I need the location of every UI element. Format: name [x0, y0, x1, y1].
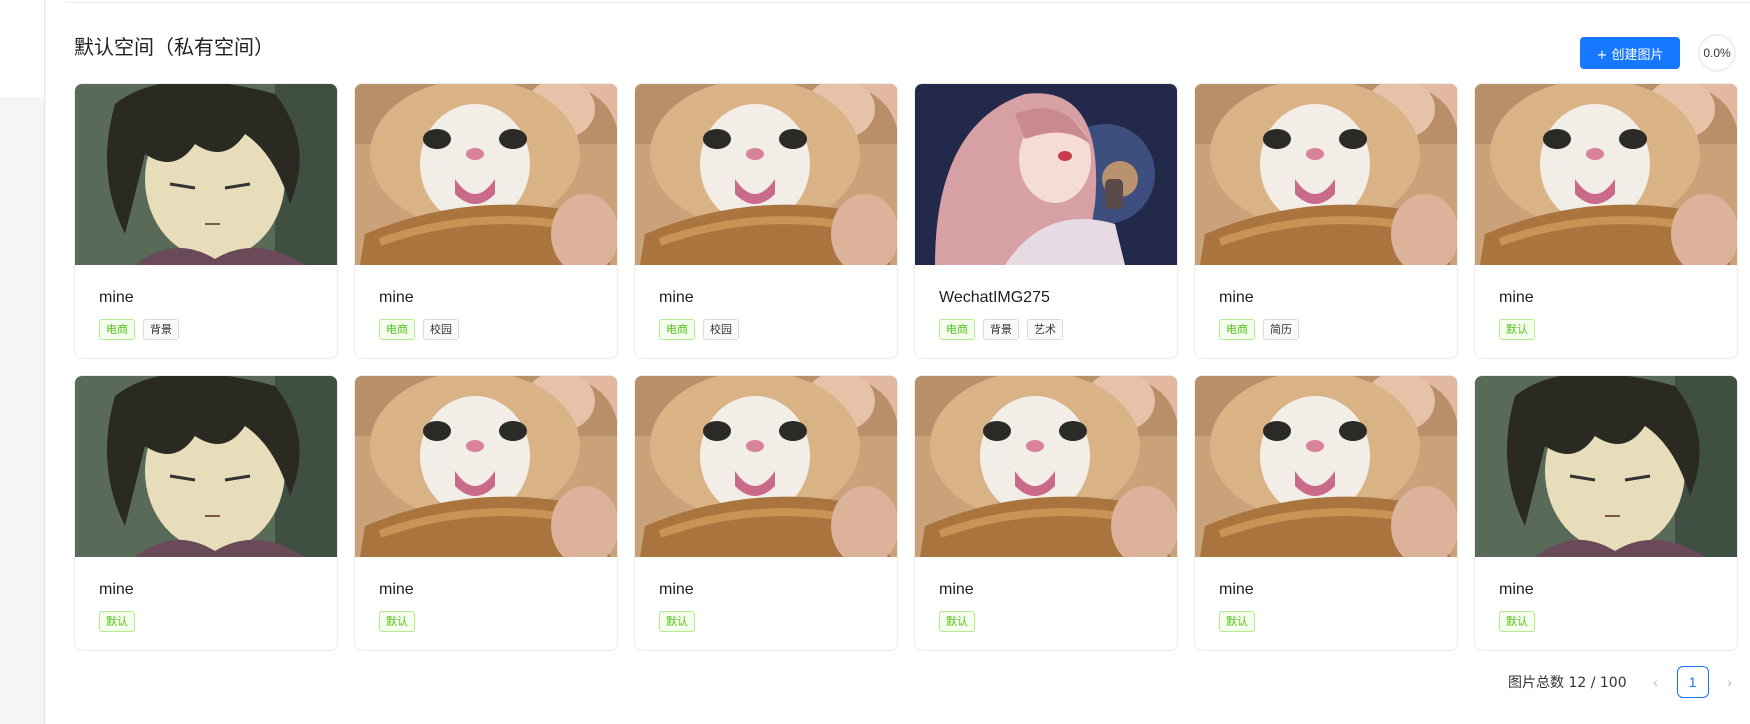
page-number-current[interactable]: 1 — [1676, 666, 1709, 698]
picture-thumbnail[interactable] — [355, 84, 617, 265]
picture-thumbnail[interactable] — [915, 376, 1177, 557]
picture-tag: 校园 — [703, 319, 739, 340]
picture-tag: 电商 — [939, 319, 975, 340]
card-body: mine 默认 — [355, 557, 617, 632]
picture-tag: 默认 — [1219, 611, 1255, 632]
picture-tag: 背景 — [983, 319, 1019, 340]
tag-list: 电商 背景 艺术 — [939, 319, 1153, 340]
picture-card[interactable]: mine 电商 校园 — [354, 83, 618, 359]
tag-list: 默认 — [1499, 319, 1713, 340]
sidebar — [0, 0, 45, 724]
picture-thumbnail[interactable] — [75, 376, 337, 557]
picture-tag: 默认 — [99, 611, 135, 632]
tag-list: 默认 — [1499, 611, 1713, 632]
tag-list: 默认 — [659, 611, 873, 632]
picture-thumbnail[interactable] — [355, 376, 617, 557]
card-body: mine 电商 校园 — [635, 265, 897, 340]
picture-name: mine — [659, 581, 694, 598]
tag-list: 默认 — [99, 611, 313, 632]
picture-tag: 默认 — [659, 611, 695, 632]
next-page-icon[interactable]: › — [1715, 667, 1745, 697]
picture-thumbnail[interactable] — [1475, 376, 1737, 557]
space-usage-progress: 0.0% — [1698, 34, 1736, 72]
picture-card[interactable]: WechatIMG275 电商 背景 艺术 — [914, 83, 1178, 359]
picture-card[interactable]: mine 默认 — [1474, 375, 1738, 651]
picture-name: mine — [379, 581, 414, 598]
picture-name: mine — [99, 581, 134, 598]
create-picture-button[interactable]: + 创建图片 — [1580, 37, 1680, 69]
picture-thumbnail[interactable] — [1195, 376, 1457, 557]
card-body: WechatIMG275 电商 背景 艺术 — [915, 265, 1177, 340]
tag-list: 默认 — [939, 611, 1153, 632]
picture-card[interactable]: mine 默认 — [1474, 83, 1738, 359]
picture-card[interactable]: mine 默认 — [634, 375, 898, 651]
picture-card[interactable]: mine 电商 简历 — [1194, 83, 1458, 359]
tag-list: 电商 校园 — [379, 319, 593, 340]
picture-tag: 默认 — [1499, 611, 1535, 632]
sidebar-menu[interactable] — [0, 0, 44, 97]
picture-grid: mine 电商 背景 mine 电商 校园 mine 电商 校园 WechatI… — [74, 83, 1738, 651]
picture-tag: 电商 — [1219, 319, 1255, 340]
picture-name: WechatIMG275 — [939, 289, 1050, 306]
picture-thumbnail[interactable] — [1195, 84, 1457, 265]
picture-tag: 校园 — [423, 319, 459, 340]
card-body: mine 默认 — [1475, 557, 1737, 632]
card-body: mine 默认 — [915, 557, 1177, 632]
picture-name: mine — [99, 289, 134, 306]
picture-thumbnail[interactable] — [635, 376, 897, 557]
card-body: mine 默认 — [75, 557, 337, 632]
picture-name: mine — [1219, 581, 1254, 598]
picture-thumbnail[interactable] — [635, 84, 897, 265]
picture-thumbnail[interactable] — [75, 84, 337, 265]
pagination: 图片总数 12 / 100 ‹ 1 › — [1508, 666, 1745, 698]
picture-tag: 默认 — [379, 611, 415, 632]
total-count: 图片总数 12 / 100 — [1508, 675, 1627, 691]
picture-tag: 简历 — [1263, 319, 1299, 340]
prev-page-icon[interactable]: ‹ — [1641, 667, 1671, 697]
picture-tag: 电商 — [659, 319, 695, 340]
picture-tag: 默认 — [939, 611, 975, 632]
card-body: mine 默认 — [1195, 557, 1457, 632]
picture-card[interactable]: mine 默认 — [914, 375, 1178, 651]
picture-card[interactable]: mine 电商 校园 — [634, 83, 898, 359]
picture-thumbnail[interactable] — [1475, 84, 1737, 265]
picture-tag: 电商 — [379, 319, 415, 340]
card-body: mine 默认 — [635, 557, 897, 632]
tag-list: 默认 — [379, 611, 593, 632]
picture-card[interactable]: mine 默认 — [74, 375, 338, 651]
card-body: mine 电商 背景 — [75, 265, 337, 340]
header-divider — [66, 2, 1750, 3]
picture-name: mine — [939, 581, 974, 598]
picture-name: mine — [659, 289, 694, 306]
picture-thumbnail[interactable] — [915, 84, 1177, 265]
picture-name: mine — [1499, 289, 1534, 306]
picture-name: mine — [1219, 289, 1254, 306]
tag-list: 电商 校园 — [659, 319, 873, 340]
main-content: 默认空间（私有空间） + 创建图片 0.0% mine 电商 背景 mine 电商 校园 — [46, 0, 1750, 724]
picture-card[interactable]: mine 默认 — [1194, 375, 1458, 651]
page-title: 默认空间（私有空间） — [74, 35, 274, 59]
tag-list: 电商 背景 — [99, 319, 313, 340]
picture-name: mine — [379, 289, 414, 306]
picture-card[interactable]: mine 电商 背景 — [74, 83, 338, 359]
picture-tag: 背景 — [143, 319, 179, 340]
picture-card[interactable]: mine 默认 — [354, 375, 618, 651]
card-body: mine 默认 — [1475, 265, 1737, 340]
card-body: mine 电商 简历 — [1195, 265, 1457, 340]
picture-tag: 艺术 — [1027, 319, 1063, 340]
tag-list: 默认 — [1219, 611, 1433, 632]
tag-list: 电商 简历 — [1219, 319, 1433, 340]
picture-name: mine — [1499, 581, 1534, 598]
card-body: mine 电商 校园 — [355, 265, 617, 340]
picture-tag: 默认 — [1499, 319, 1535, 340]
picture-tag: 电商 — [99, 319, 135, 340]
